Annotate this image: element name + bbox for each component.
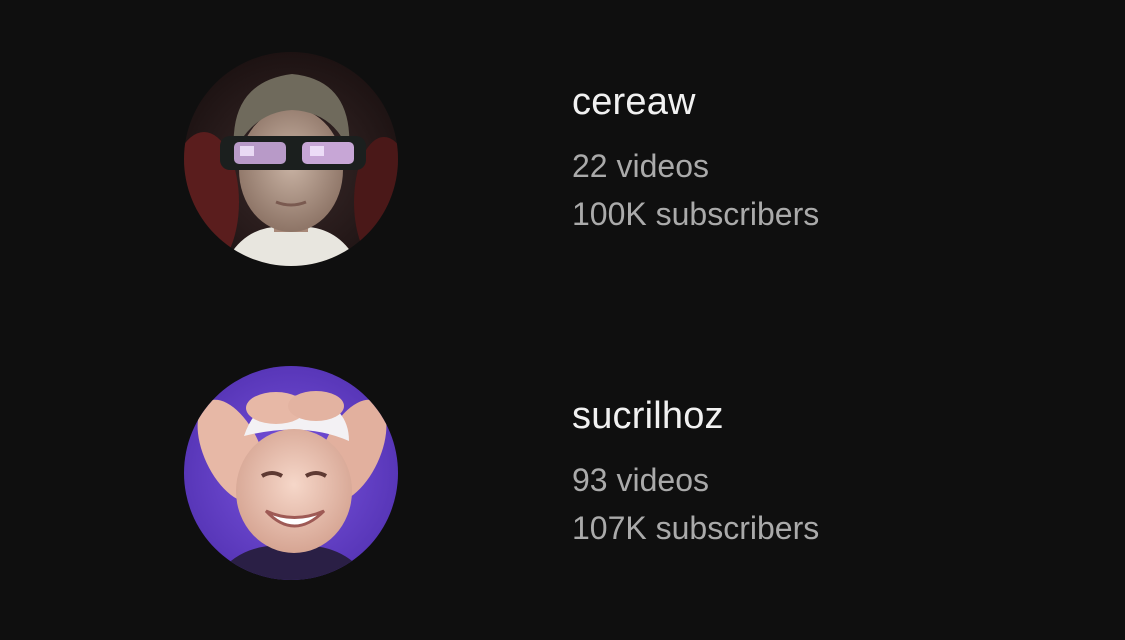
channel-avatar[interactable] (184, 366, 398, 580)
channel-info: cereaw 22 videos 100K subscribers (572, 80, 819, 238)
channel-result[interactable]: cereaw 22 videos 100K subscribers (0, 38, 1125, 278)
avatar-image (184, 52, 398, 266)
channel-result[interactable]: sucrilhoz 93 videos 107K subscribers (0, 352, 1125, 592)
subscriber-count: 100K subscribers (572, 196, 820, 232)
video-count: 22 videos (572, 148, 709, 184)
channel-name[interactable]: cereaw (572, 80, 819, 124)
video-count: 93 videos (572, 462, 709, 498)
channel-name[interactable]: sucrilhoz (572, 394, 819, 438)
channel-avatar[interactable] (184, 52, 398, 266)
subscriber-count: 107K subscribers (572, 510, 820, 546)
avatar-image (184, 366, 398, 580)
channel-info: sucrilhoz 93 videos 107K subscribers (572, 394, 819, 552)
channel-search-results: cereaw 22 videos 100K subscribers sucril… (0, 0, 1125, 640)
